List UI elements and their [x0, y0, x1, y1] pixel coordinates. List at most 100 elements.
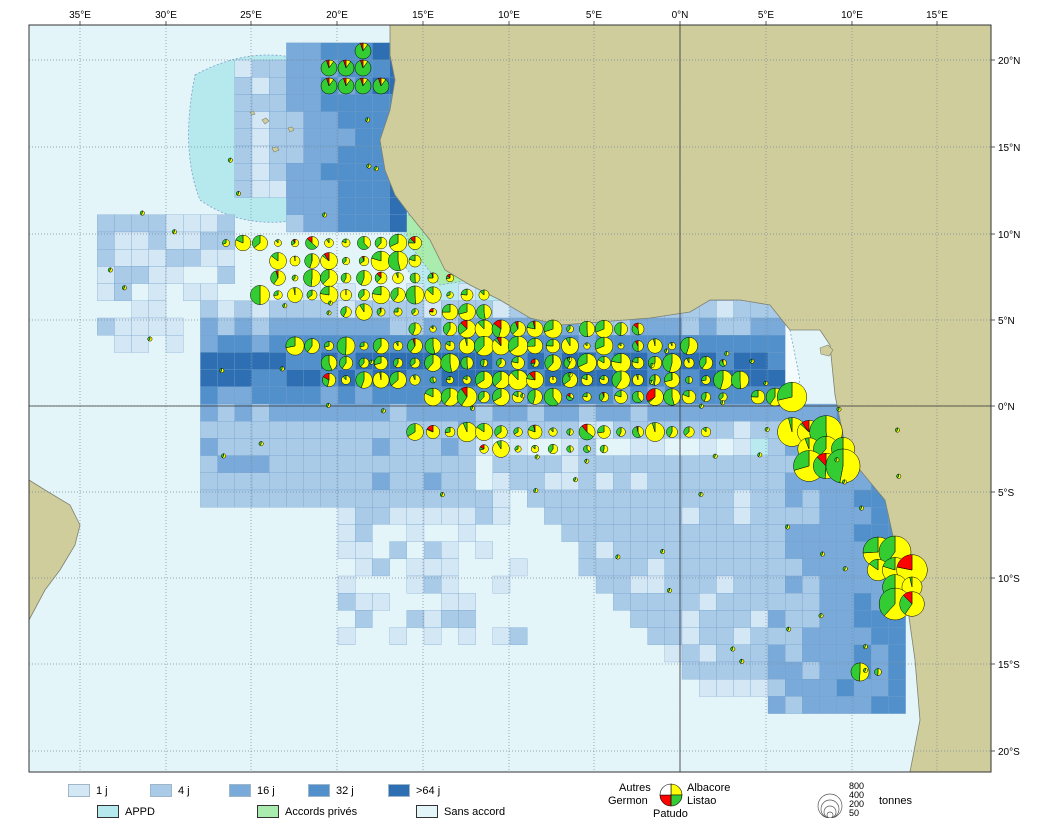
effort-cell: [234, 352, 253, 370]
effort-cell: [630, 524, 648, 542]
effort-cell: [269, 455, 287, 473]
effort-cell: [423, 455, 442, 473]
catch-pie: [358, 289, 370, 301]
effort-cell: [492, 455, 511, 473]
effort-cell: [802, 558, 820, 577]
effort-cell: [578, 541, 597, 559]
catch-pie: [646, 388, 664, 406]
effort-cell: [303, 42, 321, 61]
effort-cell: [269, 472, 287, 491]
effort-cell: [441, 489, 459, 508]
lon-tick-label: 10°E: [841, 10, 863, 21]
effort-cell: [303, 128, 321, 147]
effort-cell: [853, 489, 872, 508]
effort-cell: [475, 507, 493, 525]
catch-pie: [320, 59, 338, 77]
effort-cell: [888, 627, 906, 645]
effort-cell: [423, 489, 442, 508]
effort-cell: [200, 249, 218, 267]
catch-pie: [357, 236, 371, 250]
effort-cell: [733, 472, 751, 491]
effort-cell: [681, 507, 700, 525]
effort-cell: [337, 593, 356, 611]
catch-pie: [274, 239, 282, 247]
effort-cell: [337, 317, 356, 336]
effort-cell: [509, 627, 528, 645]
catch-pie: [440, 353, 460, 373]
effort-cell: [664, 644, 683, 663]
effort-cell: [613, 472, 631, 491]
effort-cell: [733, 627, 751, 645]
catch-pie: [510, 321, 526, 337]
effort-cell: [337, 627, 356, 645]
effort-cell: [819, 489, 837, 508]
catch-pie: [520, 393, 526, 399]
effort-cell: [251, 421, 270, 439]
catch-pie: [511, 356, 525, 370]
catch-pie: [664, 372, 680, 388]
effort-cell: [733, 524, 751, 542]
effort-cell: [269, 386, 287, 405]
catch-pie: [337, 77, 355, 95]
catch-pie: [530, 358, 540, 368]
effort-cell: [871, 627, 889, 645]
catch-pie: [409, 272, 421, 284]
effort-cell: [802, 575, 820, 594]
effort-cell: [750, 575, 769, 594]
effort-cell: [217, 335, 235, 353]
catch-pie: [712, 453, 718, 459]
lat-tick-label: 15°S: [998, 660, 1020, 671]
effort-cell: [320, 489, 339, 508]
effort-cell: [733, 679, 751, 697]
legend-effort-4: 4 j: [150, 784, 190, 797]
effort-cell: [200, 403, 218, 422]
catch-pie: [429, 308, 437, 316]
accords-swatch: [257, 805, 279, 818]
effort-64-label: >64 j: [416, 784, 441, 797]
effort-cell: [733, 300, 751, 319]
effort-cell: [819, 610, 837, 628]
effort-cell: [269, 111, 287, 129]
catch-pie: [664, 348, 669, 354]
effort-cell: [303, 455, 321, 473]
effort-cell: [251, 145, 270, 164]
effort-cell: [234, 369, 253, 387]
catch-pie: [370, 250, 392, 272]
catch-pie: [645, 422, 665, 442]
effort-cell: [165, 317, 184, 336]
effort-cell: [544, 455, 562, 473]
effort-cell: [389, 627, 407, 645]
effort-cell: [200, 352, 218, 370]
effort-cell: [337, 163, 356, 181]
catch-pie: [492, 371, 510, 389]
effort-cell: [372, 455, 390, 473]
catch-pie: [597, 356, 611, 370]
catch-pie: [763, 380, 769, 386]
effort-cell: [750, 524, 769, 542]
lat-tick-label: 20°S: [998, 747, 1020, 758]
catch-pie: [698, 491, 704, 497]
appd-label: APPD: [125, 805, 155, 818]
effort-4-label: 4 j: [178, 784, 190, 797]
catch-pie: [548, 444, 558, 454]
effort-cell: [509, 403, 528, 422]
effort-cell: [234, 472, 253, 491]
effort-cell: [372, 197, 390, 215]
catch-pie: [599, 444, 609, 454]
catch-pie: [147, 336, 153, 342]
effort-cell: [767, 455, 786, 473]
catch-pie: [572, 477, 578, 483]
catch-pie: [369, 359, 374, 365]
effort-cell: [767, 507, 786, 525]
effort-cell: [406, 575, 425, 594]
accords-label: Accords privés: [285, 805, 358, 818]
catch-pie: [336, 336, 356, 356]
effort-cell: [836, 644, 855, 663]
effort-cell: [836, 541, 855, 559]
effort-cell: [389, 438, 407, 456]
effort-cell: [681, 644, 700, 663]
catch-pie: [366, 163, 372, 169]
catch-pie: [685, 376, 693, 384]
effort-cell: [871, 696, 889, 714]
effort-cell: [561, 455, 579, 473]
